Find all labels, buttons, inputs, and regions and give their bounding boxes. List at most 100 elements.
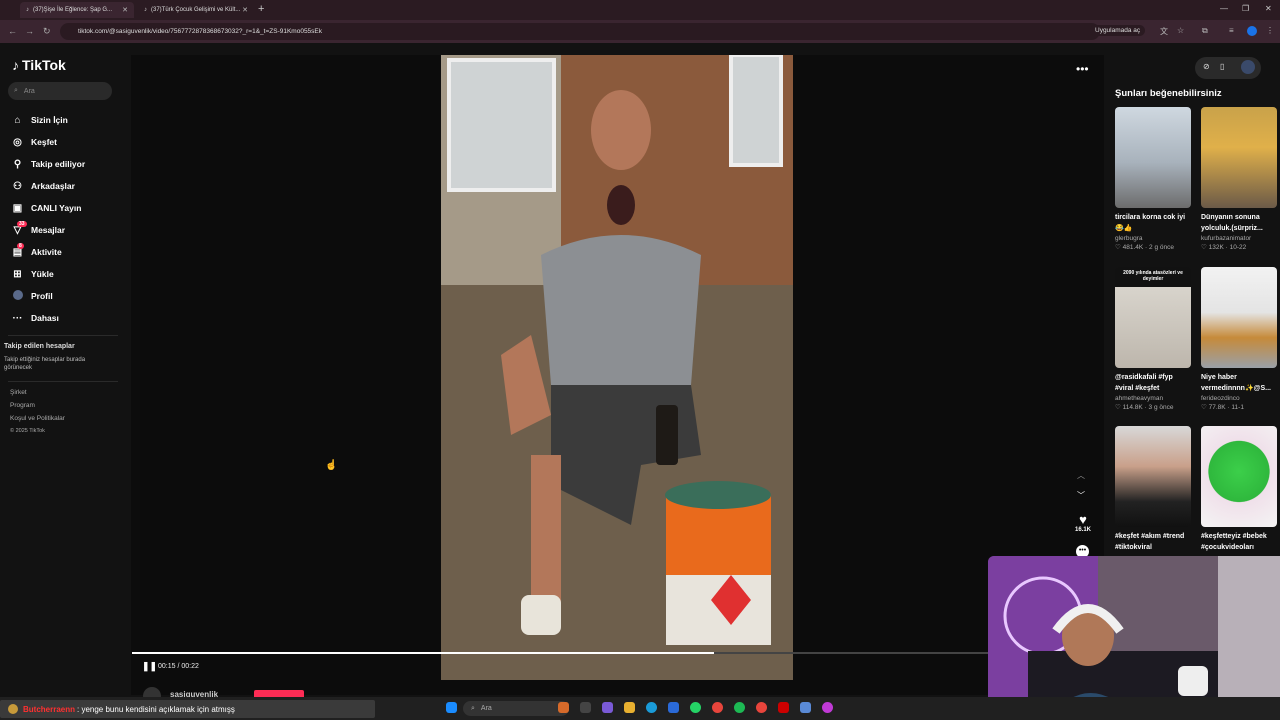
chrome-icon[interactable] <box>712 702 723 713</box>
reload-icon[interactable]: ↻ <box>43 26 51 37</box>
search-icon: ⌕ <box>14 87 18 94</box>
new-tab-button[interactable]: + <box>258 3 264 15</box>
more-options-icon[interactable]: ••• <box>1076 62 1089 76</box>
card-date: 10-22 <box>1229 244 1247 251</box>
store-icon[interactable] <box>668 702 679 713</box>
footer-terms[interactable]: Koşul ve Politikalar <box>10 415 65 422</box>
extensions-icon[interactable]: ⧉ <box>1202 26 1208 36</box>
nav-following[interactable]: ⚲ Takip ediliyor <box>0 153 131 175</box>
nav-messages[interactable]: ▽ 33 Mesajlar <box>0 219 131 241</box>
video-thumbnail <box>1201 426 1277 527</box>
tiktok-icon: ♪ <box>12 57 19 73</box>
taskbar-search[interactable]: ⌕ Ara <box>463 701 569 716</box>
nav-explore[interactable]: ◎ Keşfet <box>0 131 131 153</box>
recommend-card[interactable]: Dünyanın sonuna yolculuk.(sürpriz... kuf… <box>1201 107 1277 251</box>
tiktok-logo[interactable]: ♪ TikTok <box>12 57 66 73</box>
chat-avatar-icon <box>8 704 18 714</box>
url-bar[interactable]: tiktok.com/@sasiguvenlik/video/756777287… <box>60 23 1100 40</box>
divider <box>8 335 118 336</box>
recommend-card[interactable]: tircilara korna cok iyi 😂👍 glerbugra ♡ 4… <box>1115 107 1191 251</box>
recommend-card[interactable]: 2090 yılında atasözleri ve deyimler @ras… <box>1115 267 1191 411</box>
divider <box>8 381 118 382</box>
app-icon[interactable] <box>558 702 569 713</box>
recommend-card[interactable]: #keşfet #akım #trend #tiktokviral <box>1115 426 1191 553</box>
card-title: tircilara korna cok iyi 😂👍 <box>1115 214 1186 232</box>
search-input[interactable]: ⌕ Ara <box>8 82 112 100</box>
nav-label: Takip ediliyor <box>31 159 86 169</box>
open-in-app-button[interactable]: Uygulamada aç <box>1090 25 1146 36</box>
card-views: 77.8K <box>1208 404 1226 411</box>
edge-icon[interactable] <box>646 702 657 713</box>
messages-badge: 33 <box>17 221 27 227</box>
compass-icon[interactable]: ⊘ <box>1203 62 1210 71</box>
file-explorer-icon[interactable] <box>624 702 635 713</box>
media-icon[interactable]: ≡ <box>1229 26 1234 35</box>
tab-video-2[interactable]: ♪ (37)Türk Çocuk Gelişimi ve Kült... ✕ <box>138 2 254 18</box>
menu-icon[interactable]: ⋮ <box>1266 26 1274 35</box>
like-button[interactable]: ♥ 16.1K <box>1074 512 1092 533</box>
nav-friends[interactable]: ⚇ Arkadaşlar <box>0 175 131 197</box>
app-icon[interactable] <box>800 702 811 713</box>
profile-avatar-icon[interactable] <box>1247 26 1257 36</box>
card-meta: ♡ 481.4K · 2 g önce <box>1115 244 1174 251</box>
video-thumbnail <box>1115 107 1191 208</box>
recommend-title: Şunları beğenebilirsiniz <box>1115 88 1222 99</box>
video-progress-bar[interactable] <box>132 652 988 654</box>
live-icon: ▣ <box>12 202 23 214</box>
nav-live[interactable]: ▣ CANLI Yayın <box>0 197 131 219</box>
browser-tabbar: ♪ (37)Şişe İle Eğlence: Şap G... ✕ ♪ (37… <box>0 0 1280 20</box>
maximize-icon[interactable]: ❐ <box>1242 4 1249 13</box>
chevron-up-icon[interactable]: ︿ <box>1077 470 1085 481</box>
app-icon[interactable] <box>822 702 833 713</box>
tiktok-icon: ♪ <box>144 7 147 13</box>
star-icon[interactable]: ☆ <box>1177 26 1184 35</box>
close-icon[interactable]: ✕ <box>122 6 128 14</box>
card-user: glerbugra <box>1115 235 1143 242</box>
translate-icon[interactable]: 文 <box>1160 26 1168 37</box>
recommend-card[interactable]: Niye haber vermedinnnn✨@S... ferideozdin… <box>1201 267 1277 411</box>
recommend-card[interactable]: #keşfetteyiz #bebek #çocukvideoları <box>1201 426 1277 553</box>
app-icon[interactable] <box>778 702 789 713</box>
tiktok-icon: ♪ <box>26 7 29 13</box>
footer-company[interactable]: Şirket <box>10 389 27 396</box>
close-icon[interactable]: ✕ <box>242 6 248 14</box>
video-thumbnail: 2090 yılında atasözleri ve deyimler <box>1115 267 1191 368</box>
chevron-down-icon[interactable]: ﹀ <box>1077 490 1085 501</box>
heart-outline-icon: ♡ <box>1115 244 1123 251</box>
card-title: #keşfet #akım #trend #tiktokviral <box>1115 533 1185 551</box>
footer-program[interactable]: Program <box>10 402 35 409</box>
tab-video-1[interactable]: ♪ (37)Şişe İle Eğlence: Şap G... ✕ <box>20 2 134 18</box>
phone-icon[interactable]: ▯ <box>1220 62 1224 71</box>
close-window-icon[interactable]: ✕ <box>1265 4 1272 13</box>
minimize-icon[interactable]: — <box>1220 4 1228 13</box>
nav-label: CANLI Yayın <box>31 203 82 213</box>
back-icon[interactable]: ← <box>8 26 17 36</box>
chat-text: : yenge bunu kendisini açıklamak için at… <box>77 704 235 714</box>
taskbar-search-placeholder: Ara <box>480 705 492 712</box>
windows-start-icon[interactable] <box>446 702 457 713</box>
upload-icon: ⊞ <box>13 268 22 280</box>
card-title: Dünyanın sonuna yolculuk.(sürpriz... <box>1201 214 1263 232</box>
copilot-icon[interactable] <box>602 702 613 713</box>
nav-label: Aktivite <box>31 247 62 257</box>
nav-upload[interactable]: ⊞ Yükle <box>0 263 131 285</box>
card-title: #keşfetteyiz #bebek #çocukvideoları <box>1201 533 1267 551</box>
nav-label: Dahası <box>31 313 59 323</box>
chrome-icon[interactable] <box>756 702 767 713</box>
video-player[interactable] <box>441 55 793 680</box>
video-thumbnail <box>1201 107 1277 208</box>
video-thumbnail <box>1115 426 1191 527</box>
pause-icon[interactable]: ❚❚ <box>142 661 157 672</box>
nav-profile[interactable]: Profil <box>0 285 131 307</box>
nav-more[interactable]: ··· Dahası <box>0 307 131 329</box>
thumbnail-caption: 2090 yılında atasözleri ve deyimler <box>1123 270 1183 282</box>
whatsapp-icon[interactable] <box>690 702 701 713</box>
avatar-icon[interactable] <box>1241 60 1255 74</box>
friends-icon: ⚇ <box>13 180 22 192</box>
task-view-icon[interactable] <box>580 702 591 713</box>
spotify-icon[interactable] <box>734 702 745 713</box>
nav-activity[interactable]: ▤ 8 Aktivite <box>0 241 131 263</box>
forward-icon[interactable]: → <box>25 26 34 36</box>
search-icon: ⌕ <box>471 704 475 712</box>
nav-for-you[interactable]: ⌂ Sizin İçin <box>0 109 131 131</box>
